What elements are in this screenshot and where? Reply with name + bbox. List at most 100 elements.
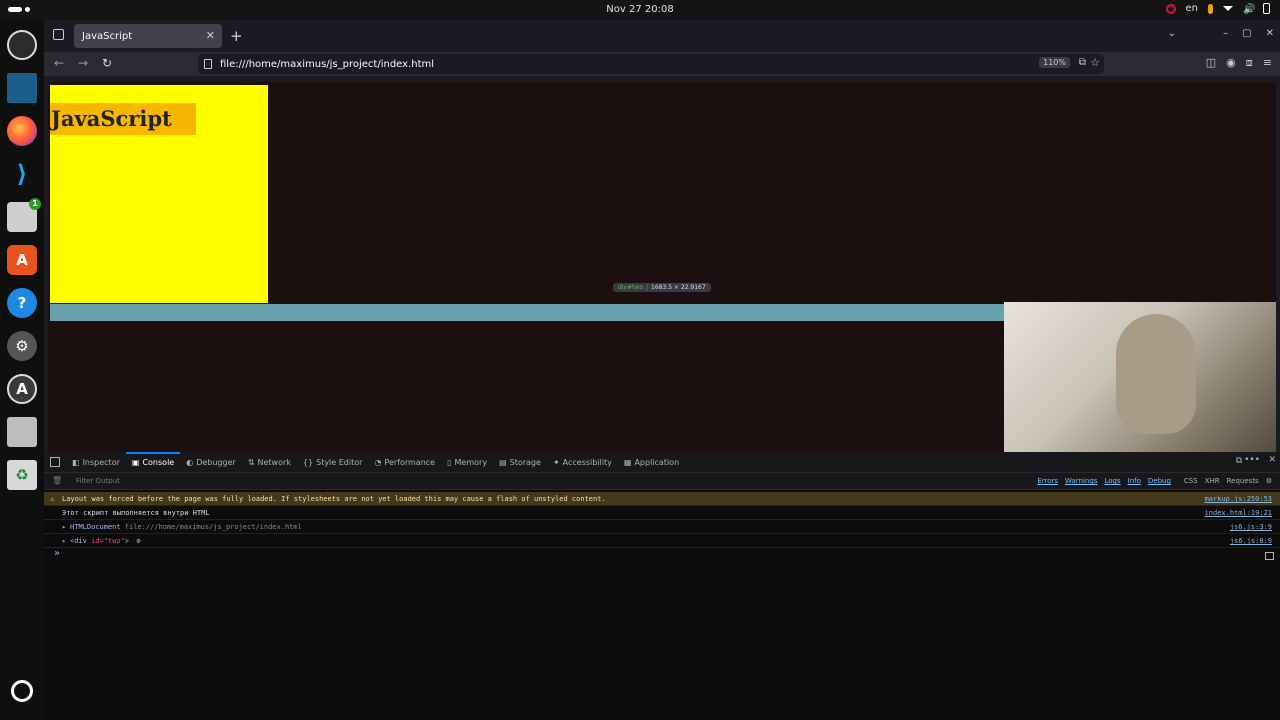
storage-icon: ▤ <box>499 457 507 467</box>
back-icon[interactable]: ← <box>54 56 64 70</box>
filter-logs[interactable]: Logs <box>1104 477 1120 485</box>
filter-requests[interactable]: Requests <box>1227 477 1259 485</box>
obs-studio-icon[interactable] <box>7 30 37 60</box>
page-viewport[interactable]: JavaScript div#two | 1683.5 × 22.9167 <box>48 82 1276 452</box>
reload-icon[interactable]: ↻ <box>102 56 112 70</box>
object-type[interactable]: HTMLDocument <box>70 523 121 531</box>
element-highlighter-tooltip: div#two | 1683.5 × 22.9167 <box>613 283 711 292</box>
message-text: Layout was forced before the page was fu… <box>62 495 606 503</box>
bookmark-star-icon[interactable]: ☆ <box>1090 56 1100 69</box>
help-icon[interactable]: ? <box>7 288 37 318</box>
minimize-icon[interactable]: – <box>1223 28 1228 39</box>
tab-inspector[interactable]: ◧ Inspector <box>66 452 126 472</box>
show-apps-icon[interactable] <box>11 680 33 702</box>
tab-application[interactable]: ▦ Application <box>618 452 685 472</box>
close-tab-icon[interactable]: ✕ <box>206 29 215 42</box>
app-dock: ⟩ 1 A ? ⚙ A ♻ <box>0 20 44 720</box>
editor-mode-icon[interactable] <box>1265 552 1274 560</box>
filter-warnings[interactable]: Warnings <box>1065 477 1097 485</box>
software-updater-icon[interactable]: A <box>7 374 37 404</box>
tab-accessibility[interactable]: ✦ Accessibility <box>547 452 618 472</box>
obs-tray-icon[interactable] <box>1165 3 1176 14</box>
firefox-icon[interactable] <box>7 116 37 146</box>
pocket-icon[interactable]: ◫ <box>1206 56 1216 70</box>
tooltip-size: 1683.5 × 22.9167 <box>651 284 706 291</box>
tab-label: Inspector <box>82 457 120 467</box>
filter-xhr[interactable]: XHR <box>1205 477 1220 485</box>
tab-title: JavaScript <box>82 30 133 42</box>
files-icon[interactable]: 1 <box>7 198 41 232</box>
tab-memory[interactable]: ▯ Memory <box>441 452 493 472</box>
forward-icon[interactable]: → <box>78 56 88 70</box>
navigation-toolbar: ← → ↻ file:///home/maximus/js_project/in… <box>44 52 1280 76</box>
clear-console-icon[interactable]: 🗑 <box>52 476 62 485</box>
settings-icon[interactable]: ⚙ <box>7 331 37 361</box>
console-output: ⚠ Layout was forced before the page was … <box>44 492 1280 548</box>
tab-debugger[interactable]: ◐ Debugger <box>180 452 242 472</box>
console-settings-icon[interactable]: ⚙ <box>1266 477 1272 485</box>
tab-javascript[interactable]: JavaScript ✕ <box>74 24 222 48</box>
tab-label: Style Editor <box>316 457 363 467</box>
filter-info[interactable]: Info <box>1128 477 1141 485</box>
filter-input[interactable]: Filter Output <box>76 477 120 485</box>
extensions-icon[interactable]: ⧈ <box>1246 56 1253 70</box>
log-level-filters: Errors Warnings Logs Info Debug CSS XHR … <box>1037 477 1272 485</box>
system-tray[interactable]: en 🔊 <box>1165 3 1270 15</box>
battery-icon[interactable] <box>1263 3 1270 14</box>
jetbrains-ide-icon[interactable] <box>7 73 37 103</box>
dock-side-icon[interactable]: ⧉ <box>1236 456 1242 466</box>
inspect-node-icon[interactable]: ⊙ <box>136 537 140 545</box>
tab-label: Storage <box>509 457 541 467</box>
tab-console[interactable]: ▣ Console <box>125 452 181 472</box>
devtools-tabs: ◧ Inspector ▣ Console ◐ Debugger ⇅ Network {… <box>44 452 1280 472</box>
url-bar[interactable]: file:///home/maximus/js_project/index.ht… <box>198 54 1104 74</box>
notification-badge: 1 <box>29 198 41 210</box>
message-source-link[interactable]: markup.js:250:53 <box>1205 492 1272 506</box>
tab-storage[interactable]: ▤ Storage <box>493 452 547 472</box>
expand-arrow-icon[interactable]: ▸ <box>62 534 66 548</box>
wifi-icon[interactable] <box>1223 6 1233 11</box>
filter-debug[interactable]: Debug <box>1148 477 1171 485</box>
keyboard-layout-indicator[interactable]: en <box>1186 3 1199 14</box>
app-center-icon[interactable]: A <box>7 245 37 275</box>
system-top-bar: Nov 27 20:08 en 🔊 <box>0 0 1280 20</box>
close-devtools-icon[interactable]: ✕ <box>1268 455 1276 465</box>
webcam-overlay <box>1004 302 1276 452</box>
message-source-link[interactable]: js6.js:8:9 <box>1230 534 1272 548</box>
url-text: file:///home/maximus/js_project/index.ht… <box>220 58 435 70</box>
translate-icon[interactable]: ⧉ <box>1079 57 1086 68</box>
message-source-link[interactable]: js6.js:3:9 <box>1230 520 1272 534</box>
vscode-icon[interactable]: ⟩ <box>7 159 37 189</box>
filter-css[interactable]: CSS <box>1184 477 1198 485</box>
account-icon[interactable]: ◉ <box>1226 56 1236 70</box>
element-tag-open[interactable]: <div <box>70 537 91 545</box>
maximize-icon[interactable]: ▢ <box>1242 28 1251 39</box>
trash-icon[interactable]: ♻ <box>7 460 37 490</box>
expand-arrow-icon[interactable]: ▸ <box>62 520 66 534</box>
tab-performance[interactable]: ◔ Performance <box>368 452 441 472</box>
volume-icon[interactable]: 🔊 <box>1243 4 1255 15</box>
microphone-icon[interactable] <box>1208 3 1213 14</box>
accessibility-icon: ✦ <box>552 457 560 467</box>
filter-errors[interactable]: Errors <box>1037 477 1058 485</box>
tab-network[interactable]: ⇅ Network <box>242 452 297 472</box>
list-tabs-icon[interactable]: ⌄ <box>1168 28 1176 39</box>
page-info-icon[interactable] <box>204 59 212 69</box>
system-clock[interactable]: Nov 27 20:08 <box>0 4 1280 15</box>
ssd-disk-icon[interactable] <box>7 417 37 447</box>
menu-icon[interactable]: ≡ <box>1263 56 1272 70</box>
console-message-log: Этот скрипт выполняется внутри HTML inde… <box>44 506 1280 520</box>
console-prompt[interactable]: » <box>54 548 60 559</box>
console-icon: ▣ <box>131 457 140 467</box>
presenter-head <box>1116 314 1196 434</box>
tab-style-editor[interactable]: {} Style Editor <box>297 452 369 472</box>
close-window-icon[interactable]: ✕ <box>1266 28 1274 39</box>
message-source-link[interactable]: index.html:19:21 <box>1205 506 1272 520</box>
inspector-icon: ◧ <box>72 457 80 467</box>
devtools-menu-icon[interactable]: ••• <box>1244 455 1260 465</box>
new-tab-icon[interactable]: + <box>230 27 243 45</box>
tab-overview-icon[interactable] <box>53 29 64 40</box>
pick-element-icon[interactable] <box>50 457 60 467</box>
tab-label: Network <box>257 457 291 467</box>
zoom-indicator[interactable]: 110% <box>1039 57 1070 68</box>
